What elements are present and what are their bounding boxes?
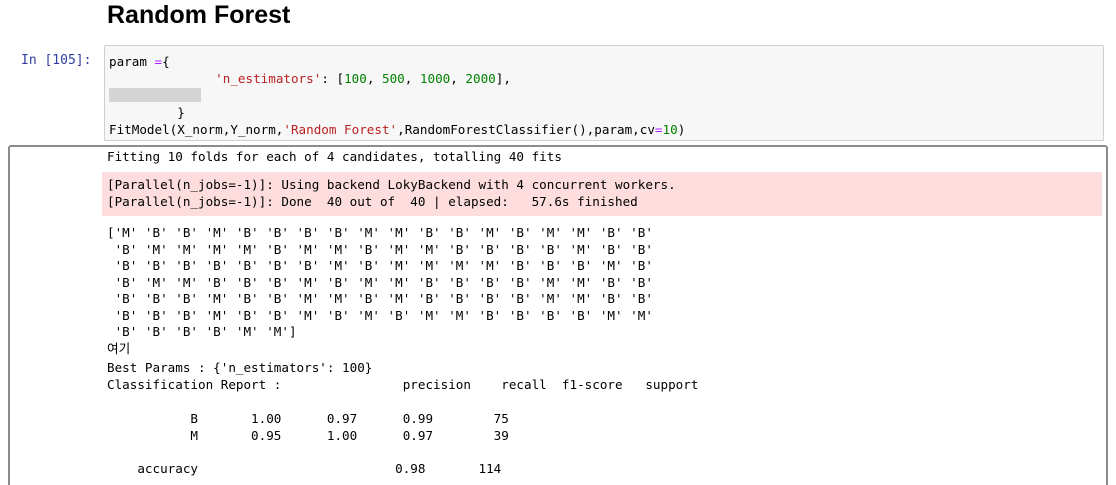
code-input-cell[interactable]: param ={ 'n_estimators': [100, 500, 1000…: [104, 45, 1104, 141]
korean-note: 여기: [107, 341, 131, 356]
fitting-text: Fitting 10 folds for each of 4 candidate…: [107, 149, 562, 164]
stderr-output: [Parallel(n_jobs=-1)]: Using backend Lok…: [102, 172, 1102, 216]
redacted-code-line: [109, 88, 201, 102]
input-prompt: In [105]:: [21, 53, 92, 68]
cell-output-area[interactable]: Fitting 10 folds for each of 4 candidate…: [8, 145, 1108, 485]
classification-report-header: Classification Report : precision recall…: [107, 377, 699, 392]
stderr-text: [Parallel(n_jobs=-1)]: Using backend Lok…: [107, 177, 676, 209]
best-params-text: Best Params : {'n_estimators': 100}: [107, 360, 373, 375]
predictions-array: ['M' 'B' 'B' 'M' 'B' 'B' 'B' 'B' 'M' 'M'…: [107, 225, 653, 339]
classification-report-rows: B 1.00 0.97 0.99 75 M 0.95 1.00 0.97 39 …: [137, 411, 509, 476]
section-heading: Random Forest: [107, 1, 291, 29]
